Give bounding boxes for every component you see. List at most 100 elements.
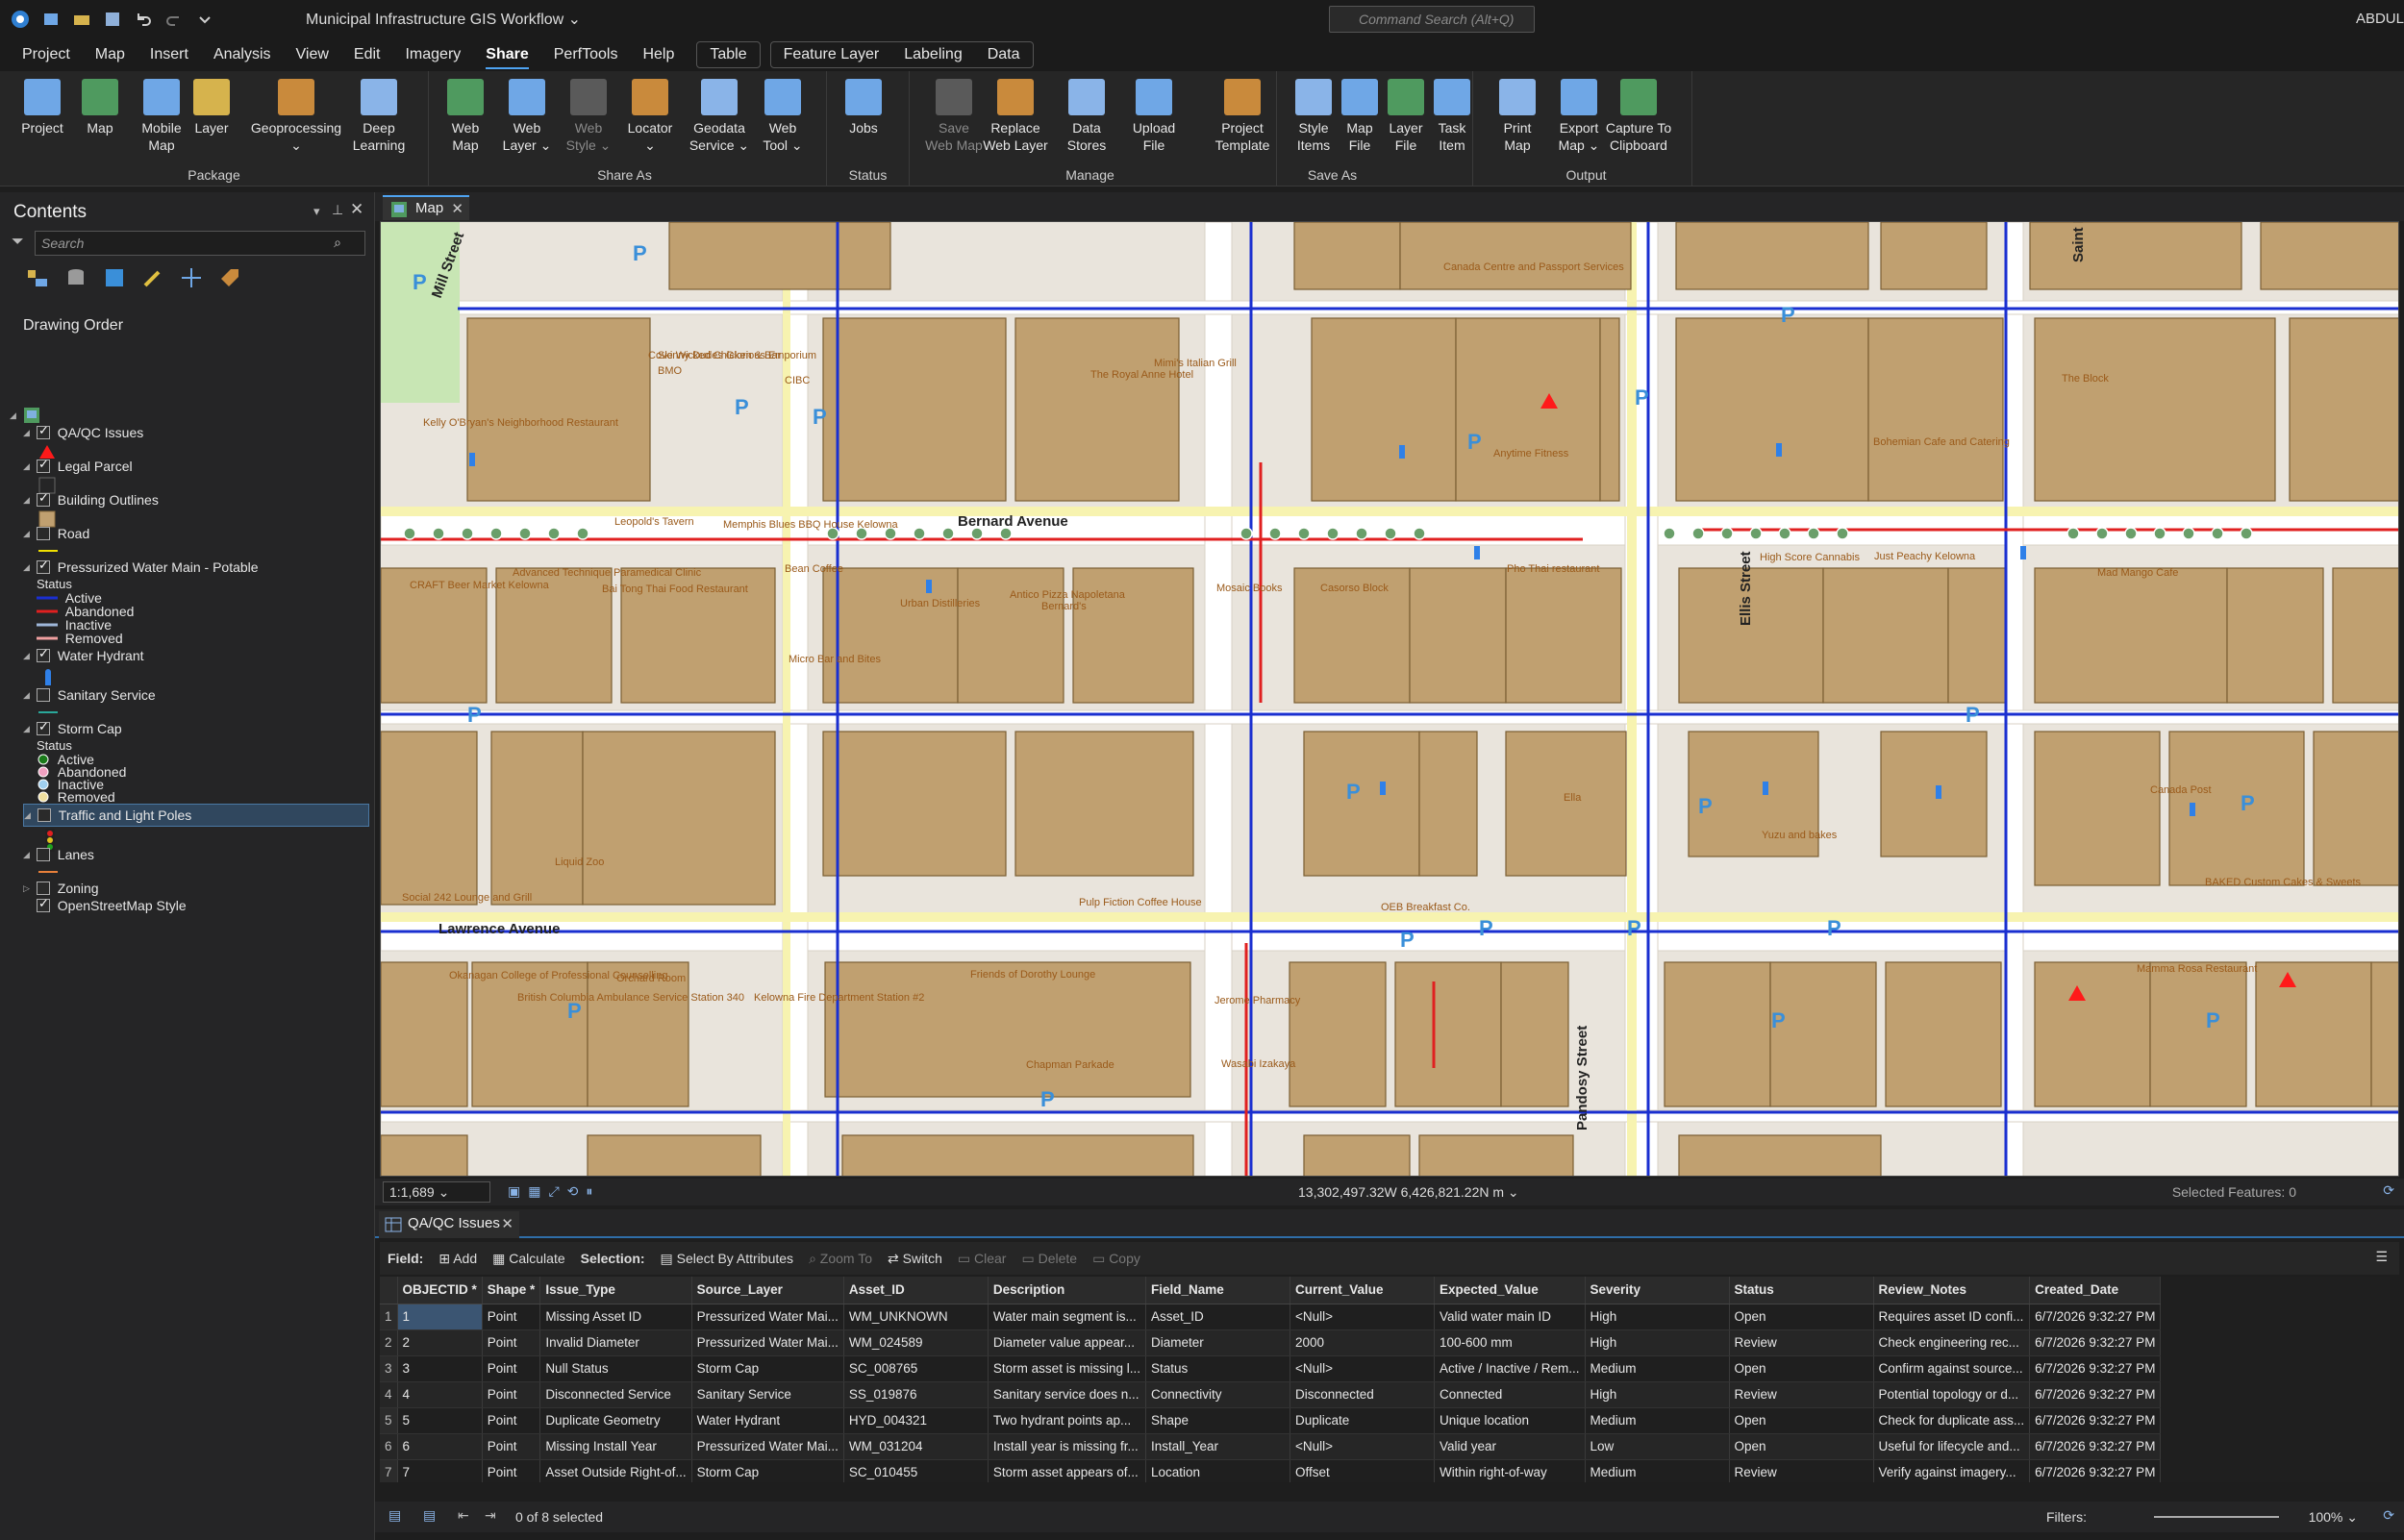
layer-legal-parcel[interactable]: ◢ Legal Parcel	[23, 456, 133, 477]
table-cell[interactable]: Water main segment is...	[988, 1304, 1146, 1330]
table-cell[interactable]: Null Status	[539, 1355, 692, 1382]
layer-visibility-checkbox[interactable]	[38, 808, 51, 822]
collapse-icon[interactable]: ◢	[23, 562, 37, 573]
menu-tab-analysis[interactable]: Analysis	[201, 38, 284, 71]
collapse-icon[interactable]: ◢	[23, 529, 37, 539]
layer-visibility-checkbox[interactable]	[37, 688, 50, 702]
table-cell[interactable]: Storm asset is missing l...	[988, 1355, 1146, 1382]
layer-water-hydrant[interactable]: ◢ Water Hydrant	[23, 645, 144, 666]
collapse-icon[interactable]: ◢	[23, 428, 37, 438]
table-cell[interactable]: Check for duplicate ass...	[1873, 1407, 2031, 1434]
table-cell[interactable]: Low	[1585, 1433, 1730, 1460]
table-cell[interactable]: Medium	[1585, 1459, 1730, 1482]
close-icon[interactable]: ✕	[451, 200, 463, 217]
table-cell[interactable]: WM_031204	[843, 1433, 989, 1460]
new-project-icon[interactable]	[40, 9, 62, 30]
table-cell[interactable]: Shape	[1145, 1407, 1290, 1434]
table-cell[interactable]: Asset_ID	[1145, 1304, 1290, 1330]
menu-tab-imagery[interactable]: Imagery	[392, 38, 473, 71]
table-cell[interactable]: Diameter	[1145, 1329, 1290, 1356]
table-cell[interactable]: Within right-of-way	[1434, 1459, 1586, 1482]
table-cell[interactable]: Water Hydrant	[691, 1407, 844, 1434]
ribbon-button-project-template[interactable]: Project Template	[1204, 79, 1281, 154]
layer-visibility-checkbox[interactable]	[37, 646, 50, 662]
table-cell[interactable]: Verify against imagery...	[1873, 1459, 2031, 1482]
ribbon-button-map[interactable]: Map	[77, 79, 123, 137]
table-cell[interactable]: Point	[482, 1459, 541, 1482]
list-by-editing-icon[interactable]	[140, 265, 165, 290]
layer-visibility-checkbox[interactable]	[37, 848, 50, 861]
layer-sanitary-service[interactable]: ◢ Sanitary Service	[23, 684, 156, 706]
table-cell[interactable]: Install year is missing fr...	[988, 1433, 1146, 1460]
table-cell[interactable]: Point	[482, 1407, 541, 1434]
table-row[interactable]: 7 7 Point Asset Outside Right-of... Storm Ca…	[380, 1459, 2162, 1482]
collapse-icon[interactable]: ◢	[23, 461, 37, 472]
menu-tab-map[interactable]: Map	[83, 38, 138, 71]
table-row[interactable]: 3 3 Point Null Status Storm Cap SC_008765 Stor…	[380, 1355, 2162, 1382]
refresh-icon[interactable]: ⟳	[2383, 1182, 2394, 1199]
table-cell[interactable]: Storm asset appears of...	[988, 1459, 1146, 1482]
collapse-icon[interactable]: ◢	[23, 690, 37, 701]
filter-icon[interactable]: ⏷	[12, 234, 24, 251]
table-cell[interactable]: Confirm against source...	[1873, 1355, 2031, 1382]
scale-selector[interactable]: 1:1,689 ⌄	[383, 1181, 490, 1203]
ribbon-button-geoprocessing[interactable]: Geoprocessing ⌄	[248, 79, 344, 154]
switch-selection-button[interactable]: ⇄ Switch	[888, 1251, 942, 1267]
layer-visibility-checkbox[interactable]	[37, 719, 50, 735]
table-row[interactable]: 4 4 Point Disconnected Service Sanitary Serv…	[380, 1381, 2162, 1408]
layer-osm-basemap[interactable]: OpenStreetMap Style	[23, 895, 187, 916]
column-header-objectid[interactable]: OBJECTID *	[397, 1277, 483, 1304]
table-cell[interactable]: Active / Inactive / Rem...	[1434, 1355, 1586, 1382]
table-cell[interactable]: HYD_004321	[843, 1407, 989, 1434]
table-cell[interactable]: Point	[482, 1355, 541, 1382]
table-cell[interactable]: Useful for lifecycle and...	[1873, 1433, 2031, 1460]
collapse-icon[interactable]: ◢	[23, 724, 37, 734]
table-row[interactable]: 6 6 Point Missing Install Year Pressurized W…	[380, 1433, 2162, 1460]
table-cell[interactable]: <Null>	[1290, 1433, 1435, 1460]
table-cell[interactable]: Pressurized Water Mai...	[691, 1304, 844, 1330]
zoom-slider[interactable]	[2154, 1516, 2279, 1518]
list-by-drawing-order-icon[interactable]	[25, 265, 50, 290]
collapse-icon[interactable]: ◢	[23, 850, 37, 860]
table-cell[interactable]: Status	[1145, 1355, 1290, 1382]
customize-qat-icon[interactable]	[194, 9, 215, 30]
column-header-asset_id[interactable]: Asset_ID	[843, 1277, 989, 1304]
table-cell[interactable]: 6/7/2026 9:32:27 PM	[2029, 1433, 2162, 1460]
table-cell[interactable]: 2000	[1290, 1329, 1435, 1356]
delete-button[interactable]: ▭ Delete	[1021, 1251, 1077, 1267]
table-cell[interactable]: <Null>	[1290, 1304, 1435, 1330]
table-cell[interactable]: Sanitary Service	[691, 1381, 844, 1408]
layer-visibility-checkbox[interactable]	[37, 882, 50, 895]
table-cell[interactable]: Review	[1729, 1381, 1874, 1408]
table-cell[interactable]: SC_010455	[843, 1459, 989, 1482]
ribbon-button-upload-file[interactable]: Upload File	[1123, 79, 1185, 154]
copy-button[interactable]: ▭ Copy	[1092, 1251, 1140, 1267]
layer-visibility-checkbox[interactable]	[37, 457, 50, 473]
table-menu-icon[interactable]: ☰	[2375, 1249, 2388, 1265]
table-cell[interactable]: 6	[397, 1433, 483, 1460]
table-cell[interactable]: Install_Year	[1145, 1433, 1290, 1460]
table-cell[interactable]: Open	[1729, 1407, 1874, 1434]
table-cell[interactable]: Connected	[1434, 1381, 1586, 1408]
table-cell[interactable]: SC_008765	[843, 1355, 989, 1382]
project-title[interactable]: Municipal Infrastructure GIS Workflow ⌄	[306, 10, 581, 29]
ribbon-button-capture-to-clipboard[interactable]: Capture To Clipboard	[1596, 79, 1681, 154]
selected-features-count[interactable]: Selected Features: 0	[2172, 1184, 2296, 1200]
column-header-shape[interactable]: Shape *	[482, 1277, 541, 1304]
table-cell[interactable]: High	[1585, 1304, 1730, 1330]
column-header-status[interactable]: Status	[1729, 1277, 1874, 1304]
row-number[interactable]: 4	[380, 1381, 398, 1408]
ribbon-button-web-style[interactable]: Web Style ⌄	[558, 79, 619, 154]
rotate-icon[interactable]: ⟲	[567, 1183, 579, 1200]
table-cell[interactable]: Duplicate	[1290, 1407, 1435, 1434]
contents-search-input[interactable]: Search ⌕	[35, 231, 365, 256]
table-cell[interactable]: Unique location	[1434, 1407, 1586, 1434]
signed-in-user[interactable]: ABDUL	[2356, 11, 2404, 27]
column-header-issue_type[interactable]: Issue_Type	[539, 1277, 692, 1304]
tab-qa-qc-issues[interactable]: QA/QC Issues ✕	[379, 1211, 519, 1238]
app-logo-icon[interactable]	[10, 9, 31, 30]
ribbon-button-task-item[interactable]: Task Item	[1421, 79, 1483, 154]
row-number[interactable]: 3	[380, 1355, 398, 1382]
ribbon-button-geodata-service[interactable]: Geodata Service ⌄	[685, 79, 754, 154]
collapse-icon[interactable]: ◢	[23, 651, 37, 661]
